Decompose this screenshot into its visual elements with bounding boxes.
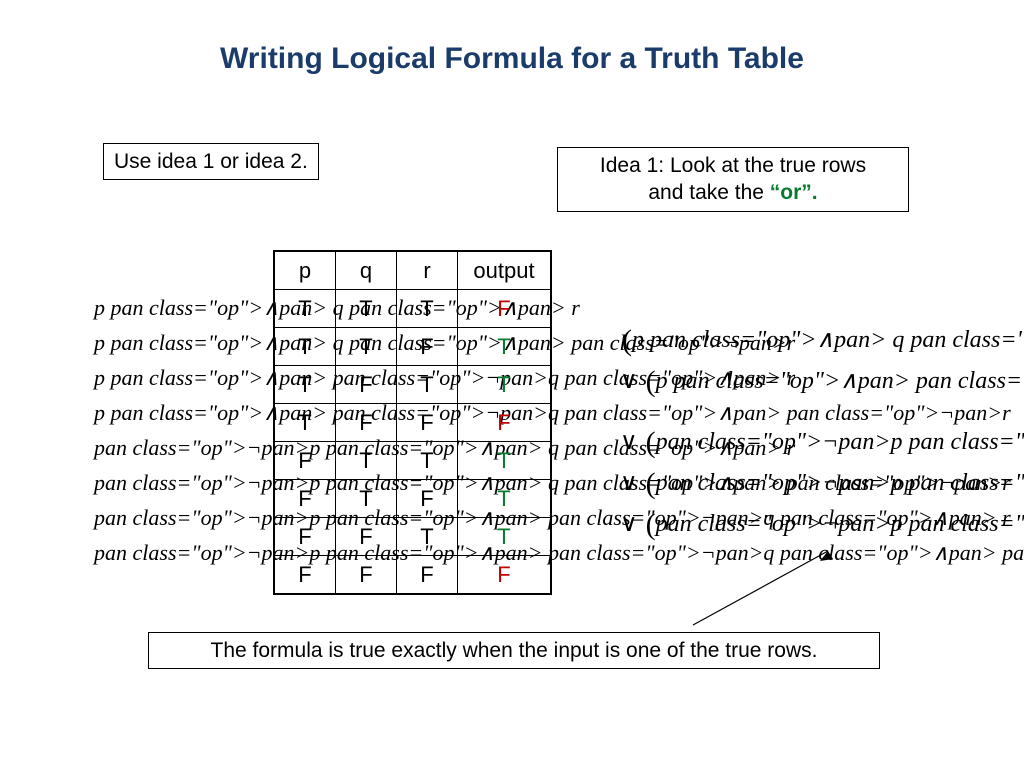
- cell-q: T: [336, 442, 397, 480]
- formula-line: ∨ (pan class="op">¬pan>p pan class="op">…: [620, 422, 1024, 463]
- cell-output: F: [458, 290, 552, 328]
- cell-p: T: [274, 328, 336, 366]
- row-conjunction: p pan class="op">∧pan> pan class="op">¬p…: [94, 395, 269, 430]
- table-row: TTFT: [274, 328, 551, 366]
- cell-output: F: [458, 404, 552, 442]
- cell-output: T: [458, 366, 552, 404]
- row-conjunction: p pan class="op">∧pan> q pan class="op">…: [94, 290, 269, 325]
- cell-output: F: [458, 556, 552, 595]
- cell-r: F: [397, 480, 458, 518]
- hint-right-line2a: and take the: [648, 181, 769, 204]
- truth-table: p q r output TTTFTTFTTFTTTFFFFTTTFTFTFFT…: [273, 250, 552, 595]
- table-row: FFFF: [274, 556, 551, 595]
- cell-q: F: [336, 556, 397, 595]
- cell-r: F: [397, 328, 458, 366]
- table-row: FTTT: [274, 442, 551, 480]
- header-output: output: [458, 251, 552, 290]
- hint-left-box: Use idea 1 or idea 2.: [103, 143, 319, 180]
- cell-r: F: [397, 556, 458, 595]
- row-conjunction: pan class="op">¬pan>p pan class="op">∧pa…: [94, 535, 269, 570]
- table-row: FTFT: [274, 480, 551, 518]
- cell-r: T: [397, 518, 458, 556]
- footer-note: The formula is true exactly when the inp…: [148, 632, 880, 669]
- row-conjunction: p pan class="op">∧pan> q pan class="op">…: [94, 325, 269, 360]
- cell-q: F: [336, 404, 397, 442]
- cell-p: T: [274, 404, 336, 442]
- cell-r: F: [397, 404, 458, 442]
- cell-output: T: [458, 518, 552, 556]
- formula-line: ∨ (p pan class="op">∧pan> pan class="op"…: [620, 361, 1024, 402]
- cell-p: F: [274, 518, 336, 556]
- cell-output: T: [458, 442, 552, 480]
- row-conjunction: pan class="op">¬pan>p pan class="op">∧pa…: [94, 430, 269, 465]
- table-header-row: p q r output: [274, 251, 551, 290]
- cell-q: F: [336, 518, 397, 556]
- cell-p: T: [274, 366, 336, 404]
- cell-output: T: [458, 480, 552, 518]
- cell-q: T: [336, 290, 397, 328]
- cell-r: T: [397, 442, 458, 480]
- row-conjunction: pan class="op">¬pan>p pan class="op">∧pa…: [94, 500, 269, 535]
- dnf-formula: (p pan class="op">∧pan> q pan class="op"…: [620, 320, 1024, 545]
- row-conjunction: p pan class="op">∧pan> pan class="op">¬p…: [94, 360, 269, 395]
- table-row: TTTF: [274, 290, 551, 328]
- row-conjunction: pan class="op">¬pan>p pan class="op">∧pa…: [94, 465, 269, 500]
- cell-r: T: [397, 290, 458, 328]
- formula-line: ∨ (pan class="op">¬pan>p pan class="op">…: [620, 504, 1024, 545]
- row-conjunction-list: p pan class="op">∧pan> q pan class="op">…: [94, 290, 269, 570]
- hint-right-line1: Idea 1: Look at the true rows: [600, 154, 866, 177]
- cell-p: F: [274, 480, 336, 518]
- cell-r: T: [397, 366, 458, 404]
- cell-output: T: [458, 328, 552, 366]
- table-row: FFTT: [274, 518, 551, 556]
- formula-line: ∨ (pan class="op">¬pan>p pan class="op">…: [620, 463, 1024, 504]
- cell-q: F: [336, 366, 397, 404]
- cell-p: F: [274, 442, 336, 480]
- page-title: Writing Logical Formula for a Truth Tabl…: [0, 42, 1024, 76]
- cell-q: T: [336, 328, 397, 366]
- hint-right-highlight: “or”.: [770, 181, 818, 204]
- cell-p: F: [274, 556, 336, 595]
- cell-p: T: [274, 290, 336, 328]
- formula-line: (p pan class="op">∧pan> q pan class="op"…: [620, 320, 1024, 361]
- header-r: r: [397, 251, 458, 290]
- header-q: q: [336, 251, 397, 290]
- table-row: TFFF: [274, 404, 551, 442]
- cell-q: T: [336, 480, 397, 518]
- hint-right-box: Idea 1: Look at the true rows and take t…: [557, 147, 909, 212]
- table-row: TFTT: [274, 366, 551, 404]
- header-p: p: [274, 251, 336, 290]
